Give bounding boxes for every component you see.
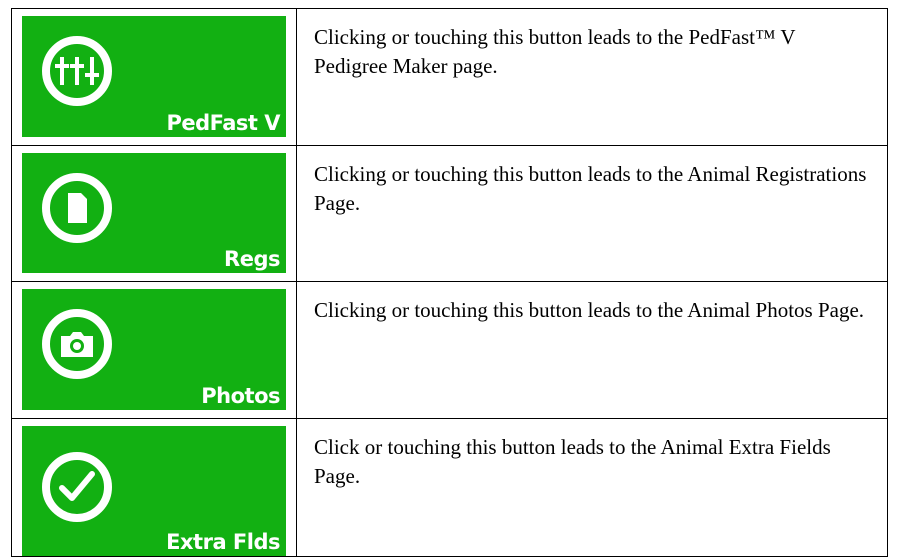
button-label: Regs bbox=[224, 247, 280, 271]
button-label: PedFast V bbox=[166, 111, 280, 135]
checkmark-icon bbox=[42, 452, 112, 522]
document-icon bbox=[42, 173, 112, 243]
regs-button[interactable]: Regs bbox=[22, 153, 286, 273]
table-row: Regs Clicking or touching this button le… bbox=[12, 146, 887, 282]
description-cell: Clicking or touching this button leads t… bbox=[314, 162, 867, 215]
button-label: Extra Flds bbox=[166, 530, 280, 554]
button-cell: Regs bbox=[12, 146, 297, 281]
button-cell: PedFast V bbox=[12, 9, 297, 145]
button-description-table: PedFast V Clicking or touching this butt… bbox=[11, 8, 888, 557]
button-cell: Photos bbox=[12, 282, 297, 418]
button-cell: Extra Flds bbox=[12, 419, 297, 556]
table-row: Extra Flds Click or touching this button… bbox=[12, 419, 887, 556]
table-row: Photos Clicking or touching this button … bbox=[12, 282, 887, 419]
table-row: PedFast V Clicking or touching this butt… bbox=[12, 9, 887, 146]
camera-icon bbox=[42, 309, 112, 379]
description-cell: Clicking or touching this button leads t… bbox=[314, 298, 865, 322]
description-cell: Click or touching this button leads to t… bbox=[314, 435, 831, 488]
photos-button[interactable]: Photos bbox=[22, 289, 286, 410]
extra-fields-button[interactable]: Extra Flds bbox=[22, 426, 286, 556]
pedfast-v-button[interactable]: PedFast V bbox=[22, 16, 286, 137]
sliders-icon bbox=[42, 36, 112, 106]
description-cell: Clicking or touching this button leads t… bbox=[314, 25, 796, 78]
button-label: Photos bbox=[201, 384, 280, 408]
